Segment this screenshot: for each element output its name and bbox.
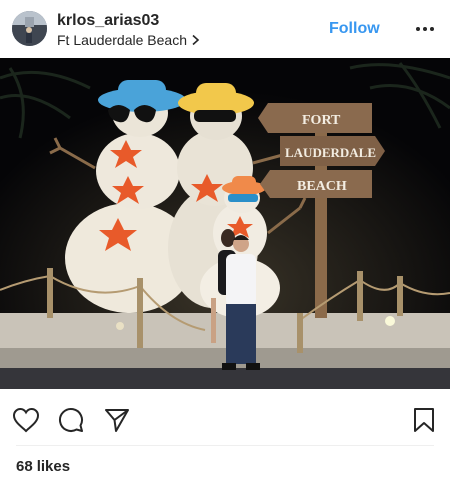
likes-number: 68	[16, 458, 33, 475]
more-options-icon[interactable]	[416, 27, 434, 31]
location-link[interactable]: Ft Lauderdale Beach	[57, 32, 200, 48]
post-actions	[0, 389, 450, 449]
sign-text-line: LAUDERDALE	[285, 145, 376, 160]
bookmark-icon[interactable]	[413, 407, 435, 433]
comment-bubble-icon[interactable]	[58, 407, 84, 433]
sign-text-line: BEACH	[297, 179, 347, 194]
snowmen-photo: FORT LAUDERDALE BEACH	[0, 58, 450, 389]
heart-icon[interactable]	[12, 407, 40, 433]
post-header: krlos_arias03 Ft Lauderdale Beach Follow	[0, 0, 450, 58]
more-dot	[416, 27, 420, 31]
likes-count[interactable]: 68 likes	[16, 458, 70, 475]
divider	[16, 445, 434, 446]
location-label: Ft Lauderdale Beach	[57, 32, 187, 48]
follow-button[interactable]: Follow	[329, 20, 380, 38]
avatar-image	[12, 11, 47, 46]
more-dot	[423, 27, 427, 31]
chevron-right-icon	[192, 34, 200, 46]
paper-plane-icon[interactable]	[104, 407, 130, 433]
sign-text-line: FORT	[302, 113, 341, 128]
more-dot	[430, 27, 434, 31]
post-photo[interactable]: FORT LAUDERDALE BEACH	[0, 58, 450, 389]
likes-label: likes	[36, 458, 71, 475]
username[interactable]: krlos_arias03	[57, 12, 159, 30]
avatar[interactable]	[12, 11, 47, 46]
